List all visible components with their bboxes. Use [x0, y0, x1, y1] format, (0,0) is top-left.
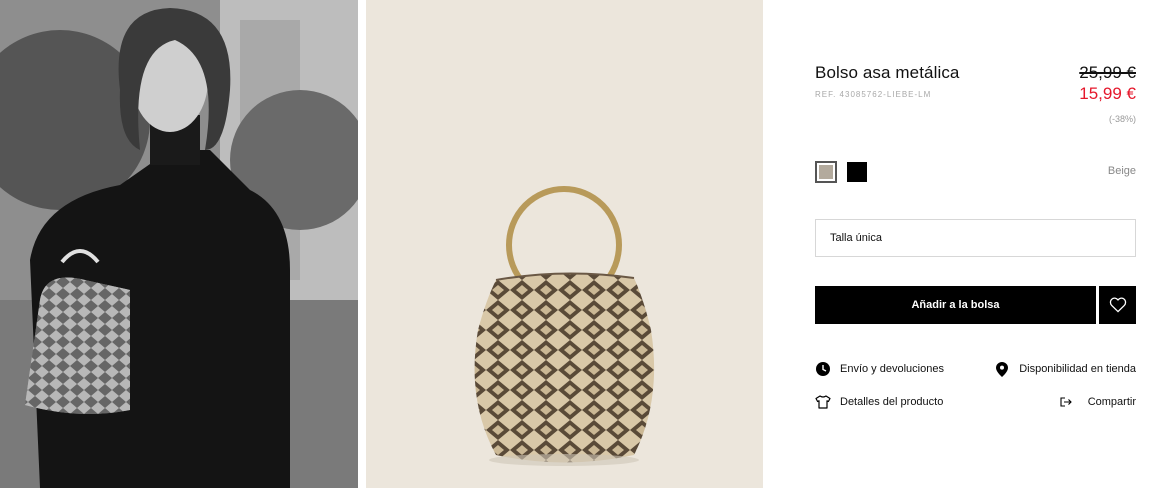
add-to-bag-button[interactable]: Añadir a la bolsa [815, 286, 1096, 324]
share-icon [1058, 394, 1074, 410]
product-details-label: Detalles del producto [840, 396, 944, 408]
discount-badge: (-38%) [1108, 114, 1136, 124]
store-availability-label: Disponibilidad en tienda [1019, 363, 1136, 375]
model-photo-illustration [0, 0, 358, 488]
product-details-link[interactable]: Detalles del producto [815, 394, 943, 410]
product-title: Bolso asa metálica [815, 63, 960, 82]
color-swatch-beige[interactable] [815, 161, 837, 183]
product-photo[interactable] [366, 0, 763, 488]
share-label: Compartir [1087, 396, 1136, 408]
selected-color-name: Beige [1107, 165, 1136, 177]
product-reference: REF. 43085762-LIEBE-LM [815, 90, 932, 99]
share-link[interactable]: Compartir [1058, 394, 1136, 410]
wishlist-button[interactable] [1099, 286, 1136, 324]
tshirt-icon [815, 394, 831, 410]
product-info-panel: Bolso asa metálica REF. 43085762-LIEBE-L… [815, 0, 1136, 488]
heart-icon [1109, 297, 1126, 313]
store-availability-link[interactable]: Disponibilidad en tienda [994, 361, 1136, 377]
snake-bag-illustration [474, 186, 655, 466]
shipping-returns-label: Envío y devoluciones [840, 363, 944, 375]
gallery-divider [358, 0, 366, 488]
shipping-returns-link[interactable]: Envío y devoluciones [815, 361, 944, 377]
color-swatch-black[interactable] [847, 162, 867, 182]
model-photo[interactable] [0, 0, 358, 488]
swatch-fill [819, 165, 833, 179]
location-pin-icon [994, 361, 1010, 377]
sale-price: 15,99 € [1079, 84, 1136, 103]
clock-icon [815, 361, 831, 377]
original-price: 25,99 € [1079, 63, 1136, 82]
size-selector[interactable]: Talla única [815, 219, 1136, 257]
